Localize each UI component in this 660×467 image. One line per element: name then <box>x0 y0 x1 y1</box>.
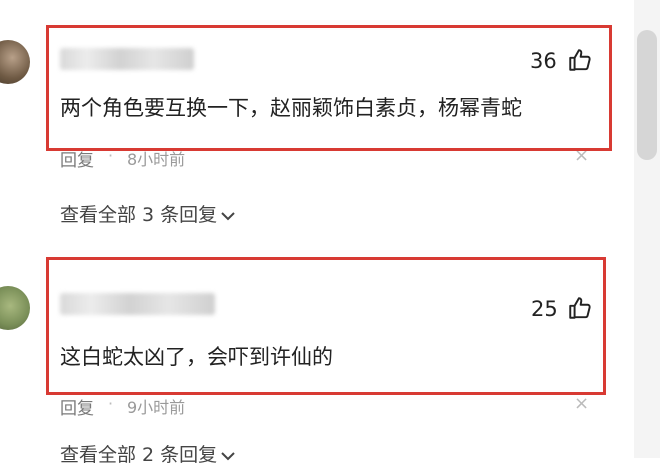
highlight-box <box>46 25 612 151</box>
scrollbar-thumb[interactable] <box>637 30 657 160</box>
view-all-replies-button[interactable]: 查看全部 2 条回复 <box>60 440 235 467</box>
view-all-replies-label: 查看全部 3 条回复 <box>60 204 218 226</box>
avatar[interactable] <box>0 40 30 84</box>
chevron-down-icon <box>221 451 235 460</box>
avatar[interactable] <box>0 286 30 330</box>
close-icon[interactable]: × <box>574 393 589 414</box>
view-all-replies-label: 查看全部 2 条回复 <box>60 444 218 466</box>
chevron-down-icon <box>221 211 235 220</box>
highlight-box <box>46 257 606 395</box>
comment-time: 9小时前 <box>127 398 186 417</box>
meta-separator: · <box>108 394 114 413</box>
reply-button[interactable]: 回复 <box>60 394 94 419</box>
view-all-replies-button[interactable]: 查看全部 3 条回复 <box>60 200 235 227</box>
